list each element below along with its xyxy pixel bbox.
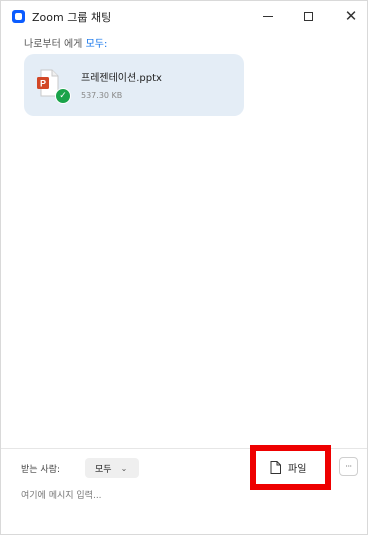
sender-prefix: 나로부터 에게 bbox=[24, 39, 86, 50]
recipient-value: 모두 bbox=[95, 464, 112, 475]
file-button-label: 파일 bbox=[288, 464, 307, 475]
recipient-label: 받는 사람: bbox=[21, 465, 61, 475]
svg-text:P: P bbox=[40, 79, 46, 89]
recipient-everyone-link[interactable]: 모두: bbox=[86, 39, 108, 50]
message-sender-line: 나로부터 에게 모두: bbox=[24, 35, 107, 50]
chevron-down-icon: ⌄ bbox=[120, 463, 128, 473]
document-icon bbox=[270, 461, 281, 474]
chat-window: Zoom 그룹 채팅 ✕ 나로부터 에게 모두: P ✓ 프레젠테이션.pptx… bbox=[0, 0, 368, 535]
title-bar: Zoom 그룹 채팅 ✕ bbox=[1, 1, 367, 31]
file-button[interactable]: 파일 bbox=[262, 457, 319, 478]
file-name: 프레젠테이션.pptx bbox=[81, 73, 162, 84]
window-title: Zoom 그룹 채팅 bbox=[32, 11, 112, 24]
zoom-icon bbox=[12, 10, 25, 23]
minimize-icon bbox=[263, 15, 273, 17]
close-icon: ✕ bbox=[344, 7, 358, 25]
check-icon: ✓ bbox=[55, 88, 71, 104]
more-options-button[interactable]: ··· bbox=[339, 457, 358, 476]
minimize-button[interactable] bbox=[255, 5, 281, 27]
maximize-icon bbox=[303, 11, 313, 21]
file-message-card[interactable]: P ✓ 프레젠테이션.pptx 537.30 KB bbox=[24, 54, 244, 116]
maximize-button[interactable] bbox=[295, 5, 321, 27]
message-input[interactable] bbox=[21, 487, 241, 505]
more-icon: ··· bbox=[345, 462, 352, 471]
file-size: 537.30 KB bbox=[81, 91, 123, 100]
recipient-dropdown[interactable]: 모두 ⌄ bbox=[85, 458, 139, 478]
close-button[interactable]: ✕ bbox=[338, 5, 364, 27]
